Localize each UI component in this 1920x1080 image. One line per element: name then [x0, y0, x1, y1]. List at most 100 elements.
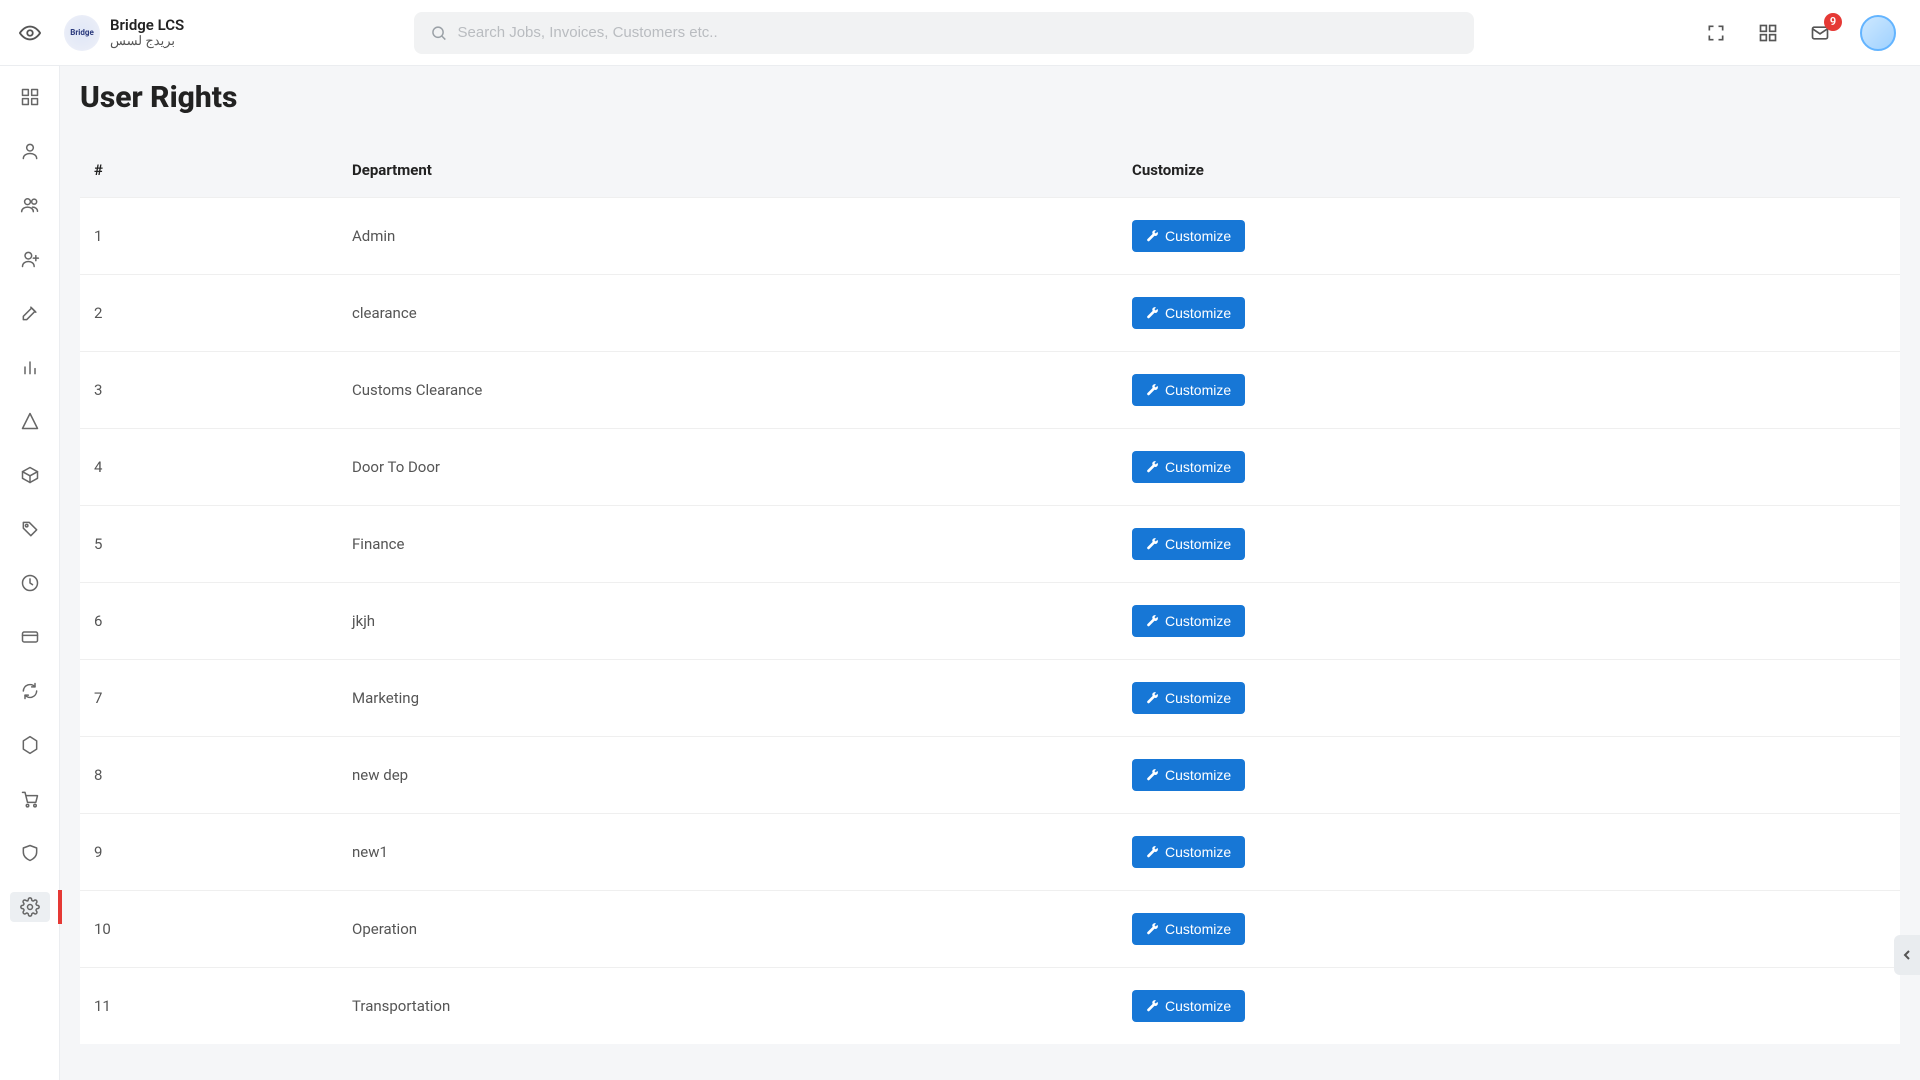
wrench-icon: [1146, 769, 1159, 782]
customize-button[interactable]: Customize: [1132, 528, 1245, 560]
customize-button[interactable]: Customize: [1132, 451, 1245, 483]
brand-name: Bridge LCS: [110, 16, 184, 35]
sidebar-item-drafts[interactable]: [10, 406, 50, 436]
hexagon-icon: [20, 735, 40, 755]
row-index: 10: [80, 891, 340, 968]
inbox-button[interactable]: 9: [1808, 21, 1832, 45]
row-actions: Customize: [1120, 275, 1900, 352]
wrench-icon: [1146, 384, 1159, 397]
sidebar-item-add-user[interactable]: [10, 244, 50, 274]
row-index: 5: [80, 506, 340, 583]
sidebar: [0, 66, 60, 1080]
customize-label: Customize: [1165, 536, 1231, 552]
table-row: 8new dep Customize: [80, 737, 1900, 814]
sidebar-item-sync[interactable]: [10, 676, 50, 706]
table-row: 9new1Customize: [80, 814, 1900, 891]
wrench-icon: [1146, 692, 1159, 705]
pen-line-icon: [20, 411, 40, 431]
row-department: jkjh: [340, 583, 1120, 660]
watch-icon[interactable]: [10, 22, 50, 44]
row-index: 11: [80, 968, 340, 1045]
global-search[interactable]: [414, 12, 1474, 54]
customize-button[interactable]: Customize: [1132, 374, 1245, 406]
wrench-icon: [1146, 1000, 1159, 1013]
wrench-icon: [1146, 230, 1159, 243]
brand[interactable]: Bridge Bridge LCS بريدج لسس: [64, 15, 324, 51]
wrench-icon: [1146, 538, 1159, 551]
wrench-icon: [1146, 307, 1159, 320]
table-row: 2clearanceCustomize: [80, 275, 1900, 352]
user-plus-icon: [20, 249, 40, 269]
col-department: Department: [340, 143, 1120, 198]
row-index: 7: [80, 660, 340, 737]
table-row: 1AdminCustomize: [80, 198, 1900, 275]
table-row: 5Finance Customize: [80, 506, 1900, 583]
apps-button[interactable]: [1756, 21, 1780, 45]
row-department: Door To Door: [340, 429, 1120, 506]
row-index: 4: [80, 429, 340, 506]
dashboard-icon: [20, 87, 40, 107]
cart-icon: [20, 789, 40, 809]
customize-button[interactable]: Customize: [1132, 913, 1245, 945]
row-actions: Customize: [1120, 583, 1900, 660]
customize-button[interactable]: Customize: [1132, 759, 1245, 791]
row-index: 8: [80, 737, 340, 814]
customize-button[interactable]: Customize: [1132, 682, 1245, 714]
row-department: Marketing: [340, 660, 1120, 737]
bar-chart-icon: [20, 357, 40, 377]
sidebar-item-network[interactable]: [10, 730, 50, 760]
search-input[interactable]: [458, 24, 1458, 41]
box-icon: [20, 465, 40, 485]
sidebar-item-reports[interactable]: [10, 352, 50, 382]
fullscreen-button[interactable]: [1704, 21, 1728, 45]
customize-label: Customize: [1165, 305, 1231, 321]
customize-label: Customize: [1165, 767, 1231, 783]
avatar[interactable]: [1860, 15, 1896, 51]
content: User Rights # Department Customize 1Admi…: [60, 66, 1920, 1080]
shield-icon: [20, 843, 40, 863]
row-department: new dep: [340, 737, 1120, 814]
sidebar-item-user[interactable]: [10, 136, 50, 166]
table-row: 4Door To Door Customize: [80, 429, 1900, 506]
wrench-icon: [1146, 461, 1159, 474]
sidebar-item-shield[interactable]: [10, 838, 50, 868]
row-department: Customs Clearance: [340, 352, 1120, 429]
sidebar-item-cards[interactable]: [10, 622, 50, 652]
page-title: User Rights: [80, 80, 1900, 115]
right-panel-toggle[interactable]: [1894, 935, 1920, 975]
customize-label: Customize: [1165, 228, 1231, 244]
sidebar-item-tags[interactable]: [10, 514, 50, 544]
row-index: 1: [80, 198, 340, 275]
sidebar-item-edit[interactable]: [10, 298, 50, 328]
customize-label: Customize: [1165, 690, 1231, 706]
clock-icon: [20, 573, 40, 593]
customize-button[interactable]: Customize: [1132, 605, 1245, 637]
row-actions: Customize: [1120, 506, 1900, 583]
wrench-icon: [1146, 923, 1159, 936]
brand-text: Bridge LCS بريدج لسس: [110, 16, 184, 50]
row-actions: Customize: [1120, 814, 1900, 891]
sidebar-item-dashboard[interactable]: [10, 82, 50, 112]
row-department: Transportation: [340, 968, 1120, 1045]
customize-button[interactable]: Customize: [1132, 836, 1245, 868]
table-header-row: # Department Customize: [80, 143, 1900, 198]
col-index: #: [80, 143, 340, 198]
sidebar-item-cart[interactable]: [10, 784, 50, 814]
row-department: Operation: [340, 891, 1120, 968]
sidebar-item-settings[interactable]: [10, 892, 50, 922]
customize-button[interactable]: Customize: [1132, 220, 1245, 252]
row-department: Finance: [340, 506, 1120, 583]
row-department: new1: [340, 814, 1120, 891]
wrench-icon: [1146, 615, 1159, 628]
sidebar-item-packages[interactable]: [10, 460, 50, 490]
sidebar-item-users[interactable]: [10, 190, 50, 220]
sidebar-item-time[interactable]: [10, 568, 50, 598]
row-actions: Customize: [1120, 891, 1900, 968]
customize-button[interactable]: Customize: [1132, 990, 1245, 1022]
customize-label: Customize: [1165, 998, 1231, 1014]
row-actions: Customize: [1120, 660, 1900, 737]
customize-label: Customize: [1165, 844, 1231, 860]
customize-button[interactable]: Customize: [1132, 297, 1245, 329]
table-row: 7Marketing Customize: [80, 660, 1900, 737]
row-actions: Customize: [1120, 429, 1900, 506]
